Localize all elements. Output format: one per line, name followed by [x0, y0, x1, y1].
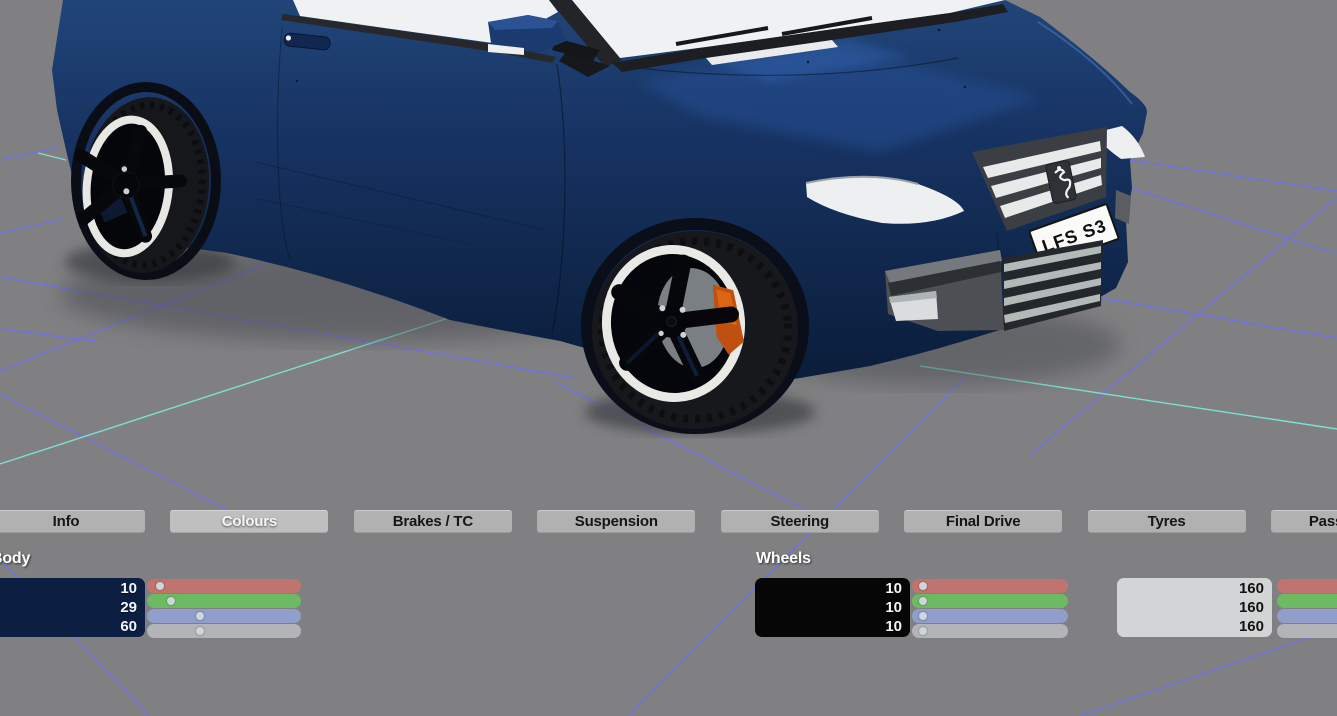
swatch-value: 29	[120, 599, 137, 616]
tab-brakes-tc[interactable]: Brakes / TC	[353, 510, 512, 533]
tab-info[interactable]: Info	[0, 510, 145, 533]
swatch-values: 10 29 60	[120, 579, 137, 636]
green-slider[interactable]	[1277, 594, 1337, 608]
swatch-values: 160 160 160	[1239, 579, 1264, 636]
green-slider-handle[interactable]	[166, 597, 175, 605]
rgb-sliders-extra	[1277, 579, 1337, 639]
tab-suspension[interactable]: Suspension	[537, 510, 696, 533]
swatch-value: 10	[120, 580, 137, 597]
rgb-sliders-wheels	[912, 579, 1068, 639]
blue-slider-handle[interactable]	[919, 612, 928, 620]
tab-final-drive[interactable]: Final Drive	[904, 510, 1063, 533]
brightness-slider[interactable]	[912, 624, 1068, 638]
tab-passengers[interactable]: Passengers	[1271, 510, 1337, 533]
red-slider-handle[interactable]	[919, 582, 928, 590]
swatch-value: 160	[1238, 580, 1264, 597]
rgb-sliders-body	[147, 579, 301, 639]
green-slider[interactable]	[147, 594, 301, 608]
colour-swatch-wheels[interactable]: 10 10 10	[755, 578, 910, 637]
tab-steering[interactable]: Steering	[720, 510, 879, 533]
red-slider[interactable]	[1277, 579, 1337, 593]
red-slider[interactable]	[147, 579, 301, 593]
blue-slider[interactable]	[147, 609, 301, 623]
colour-swatch-extra[interactable]: 160 160 160	[1117, 578, 1272, 637]
blue-slider-handle[interactable]	[196, 612, 205, 620]
red-slider[interactable]	[912, 579, 1068, 593]
section-label-wheels: Wheels	[756, 550, 811, 567]
red-slider-handle[interactable]	[155, 582, 164, 590]
brightness-slider-handle[interactable]	[196, 627, 205, 635]
bumper-corner-trim	[1115, 190, 1131, 224]
green-slider-handle[interactable]	[919, 597, 928, 605]
tab-tyres[interactable]: Tyres	[1087, 510, 1246, 533]
tab-colours[interactable]: Colours	[170, 510, 329, 533]
blue-slider[interactable]	[1277, 609, 1337, 623]
green-slider[interactable]	[912, 594, 1068, 608]
swatch-value: 160	[1238, 599, 1264, 616]
brightness-slider-handle[interactable]	[919, 627, 928, 635]
brightness-slider[interactable]	[147, 624, 301, 638]
brightness-slider[interactable]	[1277, 624, 1337, 638]
swatch-values: 10 10 10	[885, 579, 902, 636]
section-label-body: Body	[0, 550, 31, 567]
garage-screen: LFS S3 Info Colours Brakes / TC Suspensi…	[0, 0, 1337, 716]
swatch-value: 60	[120, 618, 137, 635]
swatch-value: 160	[1238, 618, 1264, 635]
swatch-value: 10	[885, 599, 902, 616]
swatch-value: 10	[885, 580, 902, 597]
blue-slider[interactable]	[912, 609, 1068, 623]
swatch-value: 10	[885, 618, 902, 635]
colour-swatch-body[interactable]: 10 29 60	[0, 578, 145, 637]
